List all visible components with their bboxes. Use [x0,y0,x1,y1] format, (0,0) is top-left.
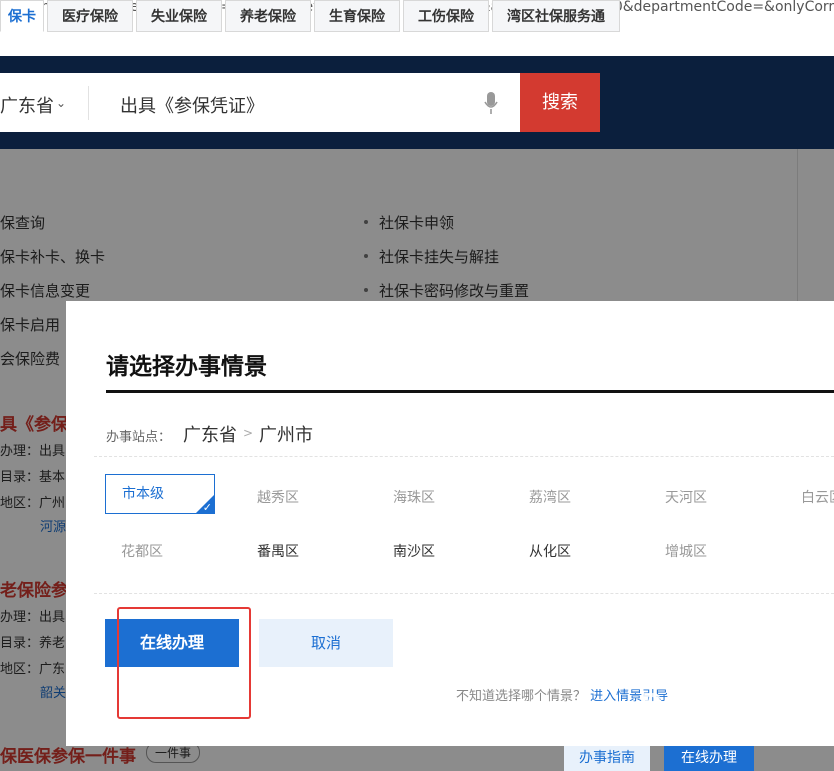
divider [94,456,834,457]
search-divider [88,86,89,120]
watermark-brand: Baidu 经验 [640,688,807,723]
chevron-right-icon: > [243,426,254,440]
district-label: 市本级 [122,486,164,502]
baidu-watermark-logo: Baidu 经验 jingyan.baidu.com [640,680,807,736]
online-button-bg[interactable]: 在线办理 [664,745,754,771]
result-actions: 办事指南 在线办理 [564,745,784,771]
tab-bay-area[interactable]: 湾区社保服务通 [492,0,620,32]
guide-button[interactable]: 办事指南 [564,745,650,771]
divider [94,593,834,594]
district-option[interactable]: 南沙区 [393,541,435,561]
site-label: 办事站点： [106,430,172,445]
district-option[interactable]: 增城区 [665,541,707,561]
modal-title: 请选择办事情景 [106,354,267,380]
tab-social-card[interactable]: 保卡 [0,0,44,32]
tab-medical[interactable]: 医疗保险 [47,0,133,32]
site-city[interactable]: 广州市 [259,421,313,447]
search-button[interactable]: 搜索 [520,73,600,132]
district-option[interactable]: 天河区 [665,487,707,507]
site-province[interactable]: 广东省 [183,421,237,447]
district-option[interactable]: 荔湾区 [529,487,571,507]
district-option[interactable]: 越秀区 [257,487,299,507]
tab-maternity[interactable]: 生育保险 [314,0,400,32]
district-option[interactable]: 花都区 [121,541,163,561]
district-option[interactable]: 番禺区 [257,541,299,561]
district-option-selected[interactable]: 市本级 ✓ [105,474,215,514]
cancel-button[interactable]: 取消 [259,619,393,667]
region-selector[interactable]: 广东省 [0,92,54,118]
chevron-down-icon[interactable]: ⌄ [56,96,66,110]
highlight-annotation [117,607,251,719]
tab-pension[interactable]: 养老保险 [225,0,311,32]
tab-unemployment[interactable]: 失业保险 [136,0,222,32]
microphone-icon[interactable] [484,92,498,114]
district-option[interactable]: 海珠区 [393,487,435,507]
district-option[interactable]: 从化区 [529,541,571,561]
title-underline [106,390,834,393]
hint-text: 不知道选择哪个情景？ [456,689,587,704]
check-icon: ✓ [202,501,212,514]
district-option[interactable]: 白云区 [801,487,834,507]
hint-row: 不知道选择哪个情景？ 进入情景引导 [456,685,668,704]
tab-work-injury[interactable]: 工伤保险 [403,0,489,32]
search-input[interactable]: 出具《参保凭证》 [120,92,264,118]
